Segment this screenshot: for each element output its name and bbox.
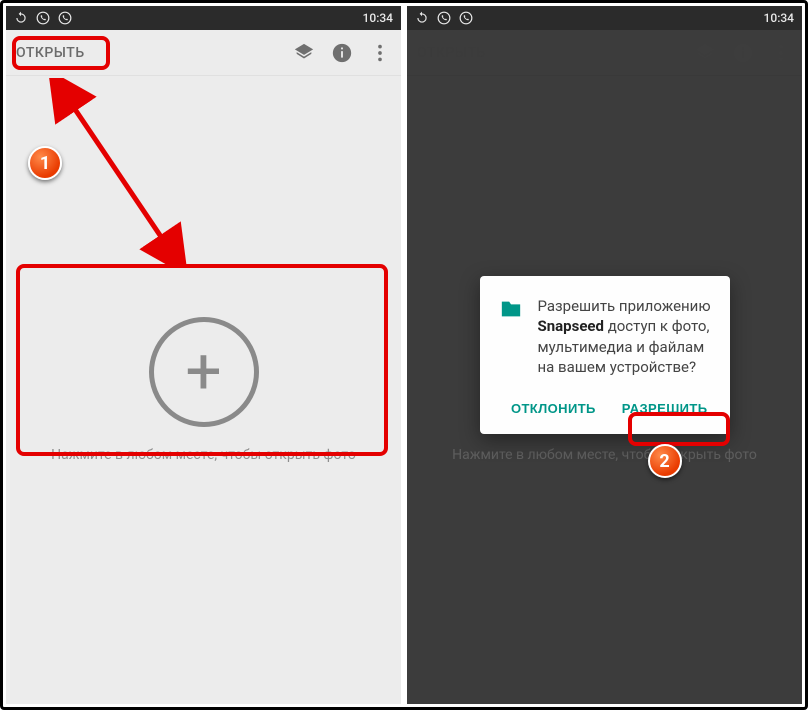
folder-icon [498, 298, 524, 320]
viber-icon [36, 11, 50, 25]
dialog-app-name: Snapseed [538, 317, 604, 335]
allow-button[interactable]: РАЗРЕШИТЬ [618, 395, 712, 422]
viber-icon [58, 11, 72, 25]
overflow-menu-icon[interactable] [369, 42, 391, 64]
dialog-text: Разрешить приложению Snapseed доступ к ф… [538, 296, 712, 377]
step-badge-2: 2 [648, 444, 682, 478]
hint-text: Нажмите в любом месте, чтобы открыть фот… [51, 447, 356, 463]
permission-dialog: Разрешить приложению Snapseed доступ к ф… [480, 276, 730, 434]
add-photo-area[interactable]: + Нажмите в любом месте, чтобы открыть ф… [6, 297, 401, 483]
layers-icon[interactable] [293, 42, 315, 64]
dialog-prefix: Разрешить приложению [538, 297, 711, 315]
refresh-icon [14, 11, 28, 25]
phone-left: 10:34 ОТКРЫТЬ + Нажмите в любом месте, ч… [6, 6, 401, 704]
plus-icon[interactable]: + [149, 317, 259, 427]
status-time: 10:34 [363, 11, 393, 25]
dialog-overlay: Разрешить приложению Snapseed доступ к ф… [407, 6, 802, 704]
info-icon[interactable] [331, 42, 353, 64]
deny-button[interactable]: ОТКЛОНИТЬ [507, 395, 600, 422]
main-area[interactable]: + Нажмите в любом месте, чтобы открыть ф… [6, 76, 401, 704]
open-button[interactable]: ОТКРЫТЬ [16, 45, 85, 61]
step-badge-1: 1 [28, 146, 62, 180]
status-bar: 10:34 [6, 6, 401, 30]
app-toolbar: ОТКРЫТЬ [6, 30, 401, 76]
phone-right: 10:34 ОТКРЫТЬ + Нажмите в любом месте, ч… [407, 6, 802, 704]
